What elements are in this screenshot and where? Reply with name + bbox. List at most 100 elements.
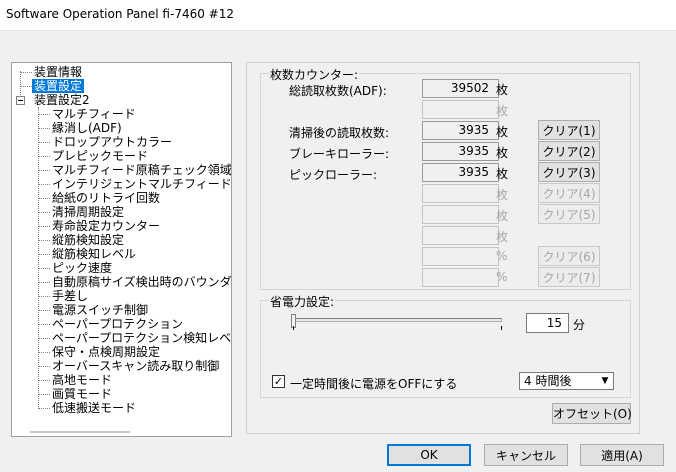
tree-item-child[interactable]: 低速搬送モード [52, 401, 136, 415]
slider-tick [501, 326, 502, 330]
tree-connector [38, 170, 50, 171]
tree-item-child[interactable]: 手差し [52, 289, 88, 303]
tree-connector [38, 338, 50, 339]
auto-power-off-checkbox[interactable]: ✓ [272, 375, 285, 388]
ok-button[interactable]: OK [387, 444, 471, 466]
power-saving-minutes-field[interactable]: 15 [526, 313, 569, 333]
tree-item-child[interactable]: プレピックモード [52, 149, 148, 163]
tree-item-child[interactable]: 縦筋検知設定 [52, 233, 124, 247]
after-cleaning-label: 清掃後の読取枚数: [289, 126, 390, 140]
tree-item-child[interactable]: 給紙のリトライ回数 [52, 191, 160, 205]
clear-5-button[interactable]: クリア(5) [538, 204, 600, 224]
auto-power-off-label: 一定時間後に電源をOFFにする [290, 377, 458, 391]
tree-item-child[interactable]: 寿命設定カウンター [52, 219, 160, 233]
total-scans-label: 総読取枚数(ADF): [289, 84, 387, 98]
tree-item-device-settings[interactable]: 装置設定 [32, 79, 85, 93]
slider-tick [293, 326, 294, 330]
brake-roller-label: ブレーキローラー: [289, 147, 390, 161]
tree-item-child[interactable]: 縁消し(ADF) [52, 121, 122, 135]
blank-counter-unit: 枚 [496, 209, 509, 223]
tree-item-child[interactable]: 保守・点検周期設定 [52, 345, 160, 359]
tree-item-child[interactable]: 縦筋検知レベル [52, 247, 136, 261]
clear-3-button[interactable]: クリア(3) [538, 162, 600, 182]
tree-connector [38, 240, 50, 241]
after-cleaning-value: 3935 [422, 121, 499, 140]
pick-roller-label: ピックローラー: [289, 168, 378, 182]
tree-connector [20, 86, 32, 87]
tree-connector [38, 156, 50, 157]
tree-connector [38, 142, 50, 143]
tree-connector [38, 296, 50, 297]
tree-item-child[interactable]: マルチフィード [52, 107, 136, 121]
cancel-button[interactable]: キャンセル [484, 444, 568, 466]
clear-7-button[interactable]: クリア(7) [538, 267, 600, 287]
tree-connector [38, 352, 50, 353]
tree-connector [38, 408, 50, 409]
clear-6-button[interactable]: クリア(6) [538, 246, 600, 266]
blank-counter-unit: 枚 [496, 230, 509, 244]
tree-item-child[interactable]: 自動原稿サイズ検出時のバウンダリー [52, 275, 231, 289]
total-scans-value: 39502 [422, 79, 499, 98]
tree-connector [38, 184, 50, 185]
blank-counter-field [422, 226, 499, 245]
chevron-down-icon[interactable]: ▼ [597, 373, 613, 389]
window-title: Software Operation Panel fi-7460 #12 [6, 7, 234, 21]
blank-percent-unit: % [496, 270, 508, 284]
offset-button[interactable]: オフセット(O) [552, 403, 632, 424]
power-off-time-select[interactable]: 4 時間後 ▼ [519, 372, 614, 390]
tree-connector [38, 254, 50, 255]
blank-counter-field [422, 184, 499, 203]
tree-item-child[interactable]: ペーパープロテクション [52, 317, 183, 331]
tree-connector [38, 282, 50, 283]
blank-percent-field [422, 268, 499, 287]
tree-item-child[interactable]: 高地モード [52, 373, 112, 387]
tree-item-child[interactable]: オーバースキャン読み取り制御 [52, 359, 219, 373]
blank-percent-field [422, 247, 499, 266]
tree-connector [38, 394, 50, 395]
power-off-time-value: 4 時間後 [524, 374, 572, 388]
tree-connector [38, 114, 50, 115]
settings-tree[interactable]: 装置情報 装置設定 装置設定2 マルチフィード 縁消し(ADF) ドロップアウトカラ… [11, 62, 232, 437]
tree-connector [38, 107, 39, 407]
blank-counter-unit: 枚 [496, 188, 509, 202]
pick-roller-value: 3935 [422, 163, 499, 182]
tree-item-child[interactable]: 画質モード [52, 387, 112, 401]
brake-roller-value: 3935 [422, 142, 499, 161]
tree-horizontal-scrollbar[interactable] [12, 428, 231, 436]
tree-connector [38, 380, 50, 381]
minutes-unit: 分 [573, 318, 586, 332]
tree-item-child[interactable]: マルチフィード原稿チェック領域指定 [52, 163, 231, 177]
apply-button[interactable]: 適用(A) [580, 444, 664, 466]
clear-4-button[interactable]: クリア(4) [538, 183, 600, 203]
tree-item-device-settings-2[interactable]: 装置設定2 [34, 93, 90, 107]
tree-item-child[interactable]: 清掃周期設定 [52, 205, 124, 219]
tree-item-device-info[interactable]: 装置情報 [34, 65, 82, 79]
tree-connector [38, 310, 50, 311]
tree-connector [38, 128, 50, 129]
collapse-icon[interactable] [16, 96, 25, 105]
scrollbar-thumb[interactable] [30, 431, 130, 433]
pick-roller-unit: 枚 [496, 167, 509, 181]
tree-connector [38, 268, 50, 269]
title-bar: Software Operation Panel fi-7460 #12 [0, 0, 676, 31]
blank-counter-field [422, 100, 499, 119]
tree-connector [38, 198, 50, 199]
brake-roller-unit: 枚 [496, 146, 509, 160]
tree-item-child[interactable]: ペーパープロテクション検知レベル [52, 331, 231, 345]
tree-connector [38, 366, 50, 367]
tree-connector [38, 226, 50, 227]
total-scans-unit: 枚 [496, 83, 509, 97]
tree-connector [38, 212, 50, 213]
tree-item-child[interactable]: ドロップアウトカラー [52, 135, 172, 149]
blank-percent-unit: % [496, 249, 508, 263]
clear-2-button[interactable]: クリア(2) [538, 141, 600, 161]
power-saving-legend: 省電力設定: [269, 293, 336, 310]
tree-item-child[interactable]: ピック速度 [52, 261, 112, 275]
tree-item-child[interactable]: 電源スイッチ制御 [52, 303, 148, 317]
after-cleaning-unit: 枚 [496, 125, 509, 139]
counter-group-legend: 枚数カウンター: [269, 66, 360, 83]
power-saving-slider-track[interactable] [294, 318, 502, 322]
tree-item-child[interactable]: インテリジェントマルチフィード設定 [52, 177, 231, 191]
blank-counter-field [422, 205, 499, 224]
clear-1-button[interactable]: クリア(1) [538, 120, 600, 140]
